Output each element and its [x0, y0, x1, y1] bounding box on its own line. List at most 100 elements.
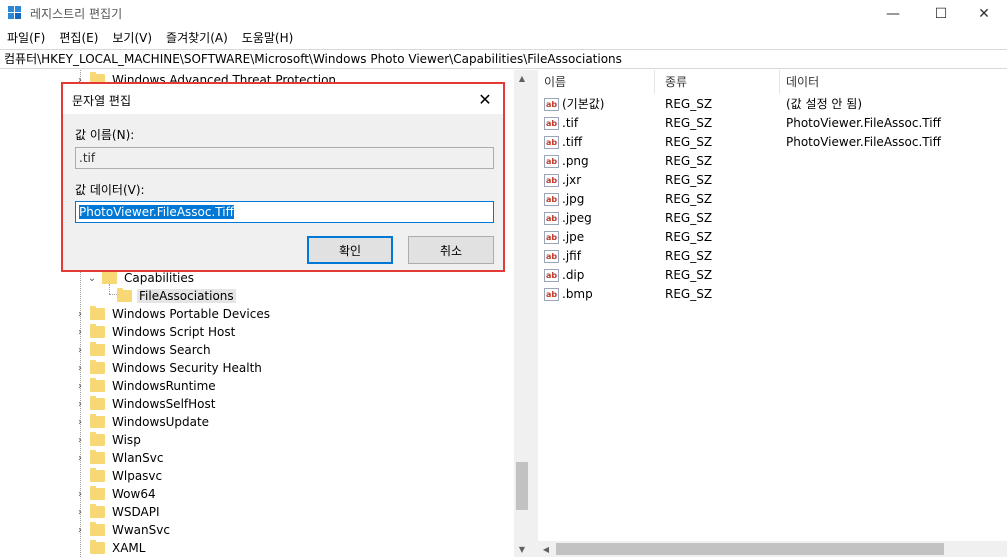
- expand-icon[interactable]: ›: [74, 489, 86, 500]
- list-item[interactable]: ab (기본값) REG_SZ (값 설정 안 됨): [538, 95, 1007, 114]
- folder-icon: [90, 468, 105, 482]
- tree-item-label: WindowsRuntime: [112, 379, 216, 393]
- collapse-icon[interactable]: ⌄: [86, 273, 98, 284]
- expand-icon[interactable]: ›: [74, 435, 86, 446]
- tree-item[interactable]: › WindowsRuntime: [74, 377, 218, 395]
- menu-favorites[interactable]: 즐겨찾기(A): [159, 27, 235, 49]
- scroll-up-arrow-icon[interactable]: ▲: [514, 70, 530, 86]
- column-header-data[interactable]: 데이터: [780, 70, 1007, 94]
- expand-icon[interactable]: ›: [74, 507, 86, 518]
- tree-item[interactable]: › Windows Search: [74, 341, 213, 359]
- list-item[interactable]: ab .jxr REG_SZ: [538, 171, 1007, 190]
- list-item[interactable]: ab .dip REG_SZ: [538, 266, 1007, 285]
- expand-icon[interactable]: ›: [74, 309, 86, 320]
- menu-help[interactable]: 도움말(H): [235, 27, 301, 49]
- value-name: .png: [562, 154, 589, 168]
- folder-icon: [90, 396, 105, 410]
- value-data-field[interactable]: PhotoViewer.FileAssoc.Tiff: [75, 201, 494, 223]
- expand-icon[interactable]: ›: [74, 327, 86, 338]
- list-item[interactable]: ab .png REG_SZ: [538, 152, 1007, 171]
- list-item[interactable]: ab .tiff REG_SZ PhotoViewer.FileAssoc.Ti…: [538, 133, 1007, 152]
- list-item[interactable]: ab .bmp REG_SZ: [538, 285, 1007, 304]
- tree-item[interactable]: › Wisp: [74, 431, 143, 449]
- dialog-title: 문자열 편집: [72, 94, 132, 108]
- expand-icon[interactable]: ›: [74, 381, 86, 392]
- scrollbar-thumb[interactable]: [516, 462, 528, 510]
- tree-item[interactable]: › Wow64: [74, 485, 158, 503]
- string-value-icon: ab: [544, 136, 559, 149]
- tree-item[interactable]: › Windows Script Host: [74, 323, 237, 341]
- value-type: REG_SZ: [665, 268, 713, 282]
- close-button[interactable]: ✕: [961, 0, 1007, 27]
- value-data: (값 설정 안 됨): [786, 97, 863, 111]
- scrollbar-thumb[interactable]: [556, 543, 944, 555]
- expand-icon[interactable]: ›: [74, 399, 86, 410]
- tree-item[interactable]: › WwanSvc: [74, 521, 172, 539]
- ok-button[interactable]: 확인: [307, 236, 393, 264]
- folder-icon: [90, 378, 105, 392]
- tree-item[interactable]: › WindowsSelfHost: [74, 395, 217, 413]
- string-value-icon: ab: [544, 269, 559, 282]
- list-item[interactable]: ab .jpeg REG_SZ: [538, 209, 1007, 228]
- pane-splitter[interactable]: [530, 70, 538, 557]
- title-bar: 레지스트리 편집기 — ☐ ✕: [0, 0, 1007, 27]
- folder-icon: [90, 360, 105, 374]
- tree-item[interactable]: Wlpasvc: [74, 467, 164, 485]
- tree-item-label: Windows Script Host: [112, 325, 236, 339]
- tree-item[interactable]: › WSDAPI: [74, 503, 162, 521]
- value-data: PhotoViewer.FileAssoc.Tiff: [786, 135, 941, 149]
- expand-icon[interactable]: ›: [74, 363, 86, 374]
- expand-icon[interactable]: ›: [74, 453, 86, 464]
- dialog-close-button[interactable]: ✕: [473, 88, 497, 110]
- list-item[interactable]: ab .tif REG_SZ PhotoViewer.FileAssoc.Tif…: [538, 114, 1007, 133]
- value-type: REG_SZ: [665, 192, 713, 206]
- value-name-text: .tif: [79, 151, 96, 165]
- value-type: REG_SZ: [665, 135, 713, 149]
- tree-item[interactable]: › WindowsUpdate: [74, 413, 211, 431]
- value-type: REG_SZ: [665, 287, 713, 301]
- tree-item-label: WindowsSelfHost: [112, 397, 216, 411]
- menu-view[interactable]: 보기(V): [105, 27, 159, 49]
- maximize-button[interactable]: ☐: [918, 0, 964, 27]
- expand-icon[interactable]: ›: [74, 525, 86, 536]
- scroll-down-arrow-icon[interactable]: ▼: [514, 541, 530, 557]
- values-list[interactable]: 이름 종류 데이터 ab (기본값) REG_SZ (값 설정 안 됨) ab …: [538, 70, 1007, 557]
- tree-item-label: Wisp: [112, 433, 141, 447]
- string-value-icon: ab: [544, 288, 559, 301]
- tree-item[interactable]: XAML: [74, 539, 147, 557]
- tree-item-label: Wlpasvc: [112, 469, 163, 483]
- value-data: PhotoViewer.FileAssoc.Tiff: [786, 116, 941, 130]
- cancel-button[interactable]: 취소: [408, 236, 494, 264]
- column-header-type[interactable]: 종류: [659, 70, 780, 94]
- value-data-label: 값 데이터(V):: [75, 183, 145, 197]
- folder-icon: [90, 414, 105, 428]
- string-value-icon: ab: [544, 98, 559, 111]
- registry-editor-icon: [8, 6, 22, 20]
- value-type: REG_SZ: [665, 116, 713, 130]
- tree-vertical-scrollbar[interactable]: ▲ ▼: [514, 70, 530, 557]
- scroll-left-arrow-icon[interactable]: ◀: [538, 541, 554, 557]
- expand-icon[interactable]: ›: [74, 345, 86, 356]
- list-item[interactable]: ab .jpe REG_SZ: [538, 228, 1007, 247]
- value-name: .jpg: [562, 192, 585, 206]
- string-value-icon: ab: [544, 250, 559, 263]
- list-item[interactable]: ab .jfif REG_SZ: [538, 247, 1007, 266]
- tree-item-label: WwanSvc: [112, 523, 170, 537]
- tree-item[interactable]: › WlanSvc: [74, 449, 165, 467]
- list-horizontal-scrollbar[interactable]: ◀: [538, 541, 1007, 557]
- tree-item-label: WindowsUpdate: [112, 415, 210, 429]
- address-bar[interactable]: 컴퓨터\HKEY_LOCAL_MACHINE\SOFTWARE\Microsof…: [0, 49, 1007, 69]
- tree-item[interactable]: › Windows Security Health: [74, 359, 264, 377]
- folder-icon: [90, 432, 105, 446]
- window-title: 레지스트리 편집기: [30, 7, 123, 21]
- expand-icon[interactable]: ›: [74, 417, 86, 428]
- column-header-name[interactable]: 이름: [538, 70, 655, 94]
- tree-item-fileassociations[interactable]: FileAssociations: [113, 287, 236, 305]
- tree-item[interactable]: › Windows Portable Devices: [74, 305, 272, 323]
- list-item[interactable]: ab .jpg REG_SZ: [538, 190, 1007, 209]
- menu-edit[interactable]: 편집(E): [52, 27, 105, 49]
- value-name: .bmp: [562, 287, 593, 301]
- minimize-button[interactable]: —: [870, 0, 916, 27]
- menu-file[interactable]: 파일(F): [0, 27, 52, 49]
- tree-item-label: FileAssociations: [137, 289, 236, 303]
